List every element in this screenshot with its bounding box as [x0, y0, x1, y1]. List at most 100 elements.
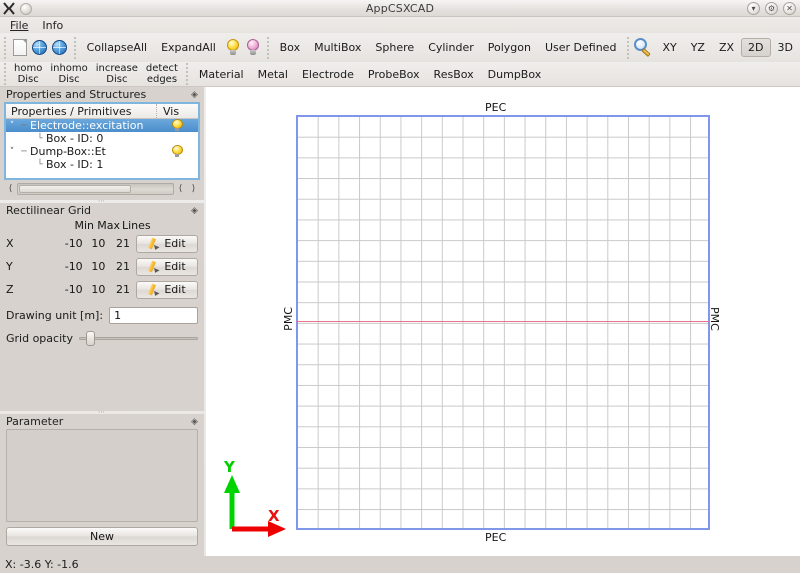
- grid-opacity-row: Grid opacity: [6, 331, 198, 346]
- view-xy-button[interactable]: XY: [655, 38, 683, 57]
- tree-elbow-icon: └: [37, 133, 43, 144]
- slider-handle[interactable]: [86, 331, 96, 346]
- metal-button[interactable]: Metal: [251, 65, 295, 84]
- expander-icon[interactable]: ˅: [6, 147, 18, 157]
- table-row: Y -10 10 21 Edit: [6, 255, 198, 278]
- close-button[interactable]: ✕: [783, 2, 796, 15]
- visibility-toggle[interactable]: [156, 119, 198, 132]
- edit-y-button[interactable]: Edit: [136, 257, 198, 276]
- detect-edges-button[interactable]: detect edges: [142, 63, 182, 85]
- grid-dock-title-bar: Rectilinear Grid ◈: [0, 203, 204, 218]
- z-min-value: -10: [64, 283, 83, 296]
- expander-icon[interactable]: ˅: [6, 121, 18, 131]
- table-row[interactable]: ˅ ─ Dump-Box::Et: [6, 145, 198, 158]
- sphere-button[interactable]: Sphere: [368, 38, 421, 57]
- float-icon[interactable]: ◈: [189, 416, 200, 427]
- pmc-symmetry-line: [296, 321, 710, 322]
- parameter-dock: Parameter ◈ New: [0, 414, 204, 556]
- hide-all-button[interactable]: [243, 35, 263, 61]
- boundary-label-right: PMC: [708, 307, 721, 331]
- shade-button[interactable]: ▾: [747, 2, 760, 15]
- view-3d-button[interactable]: 3D: [771, 38, 800, 57]
- cylinder-button[interactable]: Cylinder: [421, 38, 481, 57]
- view-yz-button[interactable]: YZ: [684, 38, 712, 57]
- axis-label-y: Y: [6, 260, 13, 273]
- save-globe-button[interactable]: [50, 35, 70, 61]
- material-button[interactable]: Material: [192, 65, 251, 84]
- probebox-button[interactable]: ProbeBox: [361, 65, 427, 84]
- electrode-button[interactable]: Electrode: [295, 65, 361, 84]
- drawing-unit-input[interactable]: 1: [109, 307, 198, 324]
- tree-header: Properties / Primitives Vis: [6, 104, 198, 119]
- pencil-icon: [148, 284, 159, 295]
- boundary-label-bottom: PEC: [485, 531, 507, 544]
- scroll-left-icon[interactable]: ⟨: [174, 183, 187, 196]
- boundary-label-left: PMC: [282, 307, 295, 331]
- table-row: Z -10 10 21 Edit: [6, 278, 198, 301]
- show-all-button[interactable]: [223, 35, 243, 61]
- scrollbar-thumb[interactable]: [19, 185, 131, 193]
- grid-dock-title: Rectilinear Grid: [6, 204, 92, 217]
- float-icon[interactable]: ◈: [189, 89, 200, 100]
- x-min-value: -10: [64, 237, 83, 250]
- x-lines-value: 21: [116, 237, 130, 250]
- grid-table: Min Max Lines X -10 10 21 Edit Y -10 10 …: [6, 218, 198, 301]
- user-defined-button[interactable]: User Defined: [538, 38, 623, 57]
- menu-file[interactable]: File: [6, 19, 38, 32]
- resbox-button[interactable]: ResBox: [427, 65, 481, 84]
- tree-column-vis: Vis: [156, 104, 198, 118]
- increase-disc-button[interactable]: increase Disc: [92, 63, 142, 85]
- collapse-all-button[interactable]: CollapseAll: [80, 38, 154, 57]
- scrollbar-track[interactable]: [17, 183, 174, 195]
- view-zx-button[interactable]: ZX: [712, 38, 741, 57]
- magnifier-icon: [634, 37, 654, 58]
- edit-x-button[interactable]: Edit: [136, 234, 198, 253]
- table-row[interactable]: ˅ ─ Electrode::excitation: [6, 119, 198, 132]
- bulb-yellow-icon: [171, 119, 183, 132]
- scroll-left-icon[interactable]: ⟨: [4, 183, 17, 196]
- grid-opacity-slider[interactable]: [78, 331, 198, 346]
- parameter-dock-title-bar: Parameter ◈: [0, 414, 204, 429]
- float-icon[interactable]: ◈: [189, 205, 200, 216]
- properties-tree[interactable]: Properties / Primitives Vis ˅ ─ Electrod…: [4, 102, 200, 180]
- x-max-value: 10: [91, 237, 106, 250]
- table-row[interactable]: └ Box - ID: 0: [6, 132, 198, 145]
- bulb-pink-icon: [246, 38, 260, 57]
- settings-button[interactable]: ⚙: [765, 2, 778, 15]
- y-max-value: 10: [91, 260, 106, 273]
- inhomo-disc-button[interactable]: inhomo Disc: [46, 63, 91, 85]
- axis-label-x-text: X: [268, 507, 280, 525]
- parameter-list[interactable]: [6, 429, 198, 522]
- multibox-button[interactable]: MultiBox: [307, 38, 368, 57]
- bulb-yellow-icon: [171, 145, 183, 158]
- edit-x-label: Edit: [164, 237, 186, 250]
- scroll-right-icon[interactable]: ⟩: [187, 183, 200, 196]
- menu-info[interactable]: Info: [38, 19, 73, 32]
- new-parameter-button[interactable]: New: [6, 527, 198, 546]
- edit-z-button[interactable]: Edit: [136, 280, 198, 299]
- view-2d-button[interactable]: 2D: [741, 38, 771, 57]
- zoom-button[interactable]: [633, 35, 655, 61]
- polygon-button[interactable]: Polygon: [481, 38, 538, 57]
- grid-opacity-label: Grid opacity: [6, 331, 73, 345]
- edit-z-label: Edit: [164, 283, 186, 296]
- tree-horizontal-scrollbar[interactable]: ⟨ ⟨ ⟩: [4, 182, 200, 196]
- y-min-value: -10: [64, 260, 83, 273]
- page-icon: [12, 39, 27, 56]
- load-globe-button[interactable]: [30, 35, 50, 61]
- toolbar-separator: [627, 36, 630, 59]
- box-button[interactable]: Box: [273, 38, 307, 57]
- homo-disc-button[interactable]: homo Disc: [10, 63, 46, 85]
- viewport-canvas[interactable]: PEC PEC PMC PMC Y X: [206, 87, 800, 556]
- table-row[interactable]: └ Box - ID: 1: [6, 158, 198, 171]
- cursor-coordinates: X: -3.6 Y: -1.6: [5, 558, 79, 571]
- properties-and-structures-dock: Properties and Structures ◈ Properties /…: [0, 87, 204, 200]
- new-document-button[interactable]: [10, 35, 30, 61]
- tree-elbow-icon: ─: [21, 120, 27, 131]
- visibility-toggle[interactable]: [156, 145, 198, 158]
- grid-header-lines: Lines: [122, 218, 151, 232]
- window-title: AppCSXCAD: [365, 2, 435, 15]
- structure-grid[interactable]: [296, 115, 710, 530]
- dumpbox-button[interactable]: DumpBox: [481, 65, 549, 84]
- expand-all-button[interactable]: ExpandAll: [154, 38, 223, 57]
